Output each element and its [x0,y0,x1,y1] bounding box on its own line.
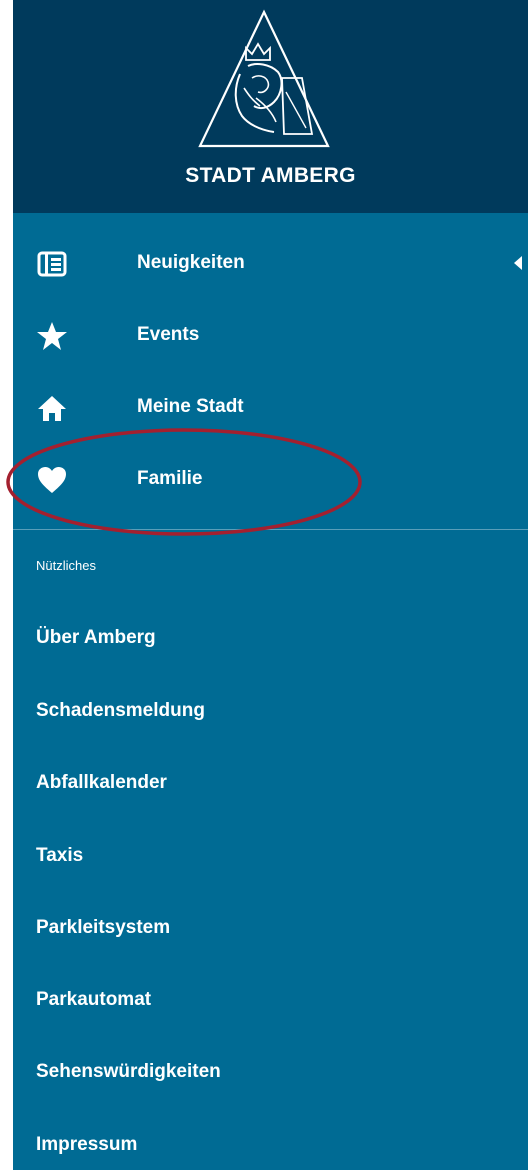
home-icon [36,392,68,424]
city-name: STADT AMBERG [185,164,356,187]
nav-label-meine-stadt: Meine Stadt [137,396,244,417]
heart-icon [36,464,68,496]
utility-item-abfallkalender[interactable]: Abfallkalender [36,772,167,794]
utility-item-parkautomat[interactable]: Parkautomat [36,989,151,1011]
drawer-header: STADT AMBERG [13,0,528,213]
utility-item-taxis[interactable]: Taxis [36,845,83,867]
utility-item-impressum[interactable]: Impressum [36,1134,137,1156]
utility-item-schadensmeldung[interactable]: Schadensmeldung [36,700,205,722]
nav-label-neuigkeiten: Neuigkeiten [137,252,245,273]
divider [13,529,528,530]
nav-item-neuigkeiten[interactable]: Neuigkeiten [13,234,528,294]
nav-label-familie: Familie [137,468,203,489]
nav-item-meine-stadt[interactable]: Meine Stadt [13,378,528,438]
star-icon [36,320,68,352]
nav-label-events: Events [137,324,200,345]
caret-left-icon[interactable] [514,256,522,270]
navigation-drawer: STADT AMBERG Neuigkeiten Events Meine St… [13,0,528,1170]
news-icon [36,248,68,280]
amberg-lion-triangle-logo [13,0,528,160]
nav-item-events[interactable]: Events [13,306,528,366]
section-header-nuetzliches: Nützliches [36,558,96,573]
utility-item-parkleitsystem[interactable]: Parkleitsystem [36,917,170,939]
nav-item-familie[interactable]: Familie [13,450,528,510]
utility-item-ueber-amberg[interactable]: Über Amberg [36,627,156,649]
utility-item-sehenswuerdigkeiten[interactable]: Sehenswürdigkeiten [36,1061,221,1083]
